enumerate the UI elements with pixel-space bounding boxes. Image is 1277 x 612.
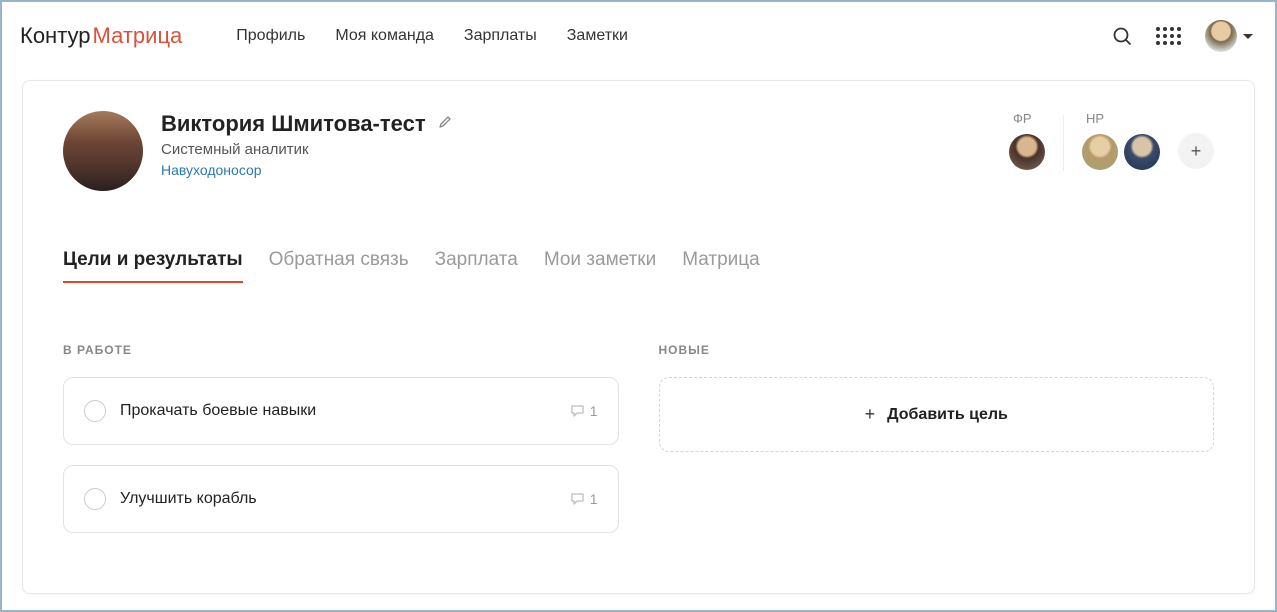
fr-avatar[interactable]: [1009, 134, 1045, 170]
search-icon[interactable]: [1112, 26, 1132, 46]
chevron-down-icon: [1243, 34, 1253, 39]
add-person-button[interactable]: +: [1178, 133, 1214, 169]
profile-name: Виктория Шмитова-тест: [161, 111, 426, 137]
goal-title: Улучшить корабль: [120, 490, 556, 508]
tab-salary[interactable]: Зарплата: [435, 241, 518, 283]
header-right: [1112, 20, 1253, 52]
goal-comments[interactable]: 1: [570, 491, 598, 507]
profile-card: Виктория Шмитова-тест Системный аналитик…: [22, 80, 1255, 594]
goal-comments[interactable]: 1: [570, 403, 598, 419]
goal-comments-count: 1: [590, 491, 598, 507]
col-new-title: НОВЫЕ: [659, 343, 1215, 357]
goal-card[interactable]: Улучшить корабль 1: [63, 465, 619, 533]
col-new: НОВЫЕ + Добавить цель: [659, 343, 1215, 553]
goal-comments-count: 1: [590, 403, 598, 419]
profile-role: Системный аналитик: [161, 141, 452, 158]
goal-status-circle[interactable]: [84, 400, 106, 422]
role-fr-label: ФР: [1009, 111, 1032, 126]
role-divider: [1063, 115, 1064, 171]
profile-info: Виктория Шмитова-тест Системный аналитик…: [161, 111, 452, 178]
header: Контур Матрица Профиль Моя команда Зарпл…: [2, 2, 1275, 70]
profile-avatar: [63, 111, 143, 191]
tab-matrix[interactable]: Матрица: [682, 241, 760, 283]
nav-profile[interactable]: Профиль: [236, 27, 305, 45]
goal-status-circle[interactable]: [84, 488, 106, 510]
profile-header: Виктория Шмитова-тест Системный аналитик…: [63, 81, 1214, 231]
nav-salaries[interactable]: Зарплаты: [464, 27, 537, 45]
add-goal-button[interactable]: + Добавить цель: [659, 377, 1215, 452]
hr-avatar-2[interactable]: [1124, 134, 1160, 170]
logo[interactable]: Контур Матрица: [20, 23, 182, 49]
main-nav: Профиль Моя команда Зарплаты Заметки: [236, 27, 628, 45]
tab-goals[interactable]: Цели и результаты: [63, 241, 243, 283]
tab-mynotes[interactable]: Мои заметки: [544, 241, 656, 283]
roles-block: ФР HP +: [1009, 111, 1214, 171]
goal-card[interactable]: Прокачать боевые навыки 1: [63, 377, 619, 445]
col-inprogress: В РАБОТЕ Прокачать боевые навыки 1 Улучш…: [63, 343, 619, 553]
goals-columns: В РАБОТЕ Прокачать боевые навыки 1 Улучш…: [63, 343, 1214, 593]
logo-part2: Матрица: [93, 23, 183, 49]
plus-icon: +: [865, 404, 876, 425]
profile-team-link[interactable]: Навуходоносор: [161, 162, 452, 178]
hr-avatar-1[interactable]: [1082, 134, 1118, 170]
add-goal-label: Добавить цель: [887, 406, 1008, 424]
user-avatar: [1205, 20, 1237, 52]
comment-icon: [570, 492, 585, 506]
col-inprogress-title: В РАБОТЕ: [63, 343, 619, 357]
goal-title: Прокачать боевые навыки: [120, 402, 556, 420]
user-menu[interactable]: [1205, 20, 1253, 52]
edit-icon[interactable]: [438, 115, 452, 134]
tabs: Цели и результаты Обратная связь Зарплат…: [63, 241, 1214, 283]
role-fr: ФР: [1009, 111, 1045, 170]
role-hr: HP: [1082, 111, 1160, 170]
comment-icon: [570, 404, 585, 418]
apps-icon[interactable]: [1156, 27, 1181, 45]
role-hr-label: HP: [1082, 111, 1104, 126]
logo-part1: Контур: [20, 23, 91, 49]
tab-feedback[interactable]: Обратная связь: [269, 241, 409, 283]
nav-notes[interactable]: Заметки: [567, 27, 628, 45]
nav-team[interactable]: Моя команда: [335, 27, 434, 45]
